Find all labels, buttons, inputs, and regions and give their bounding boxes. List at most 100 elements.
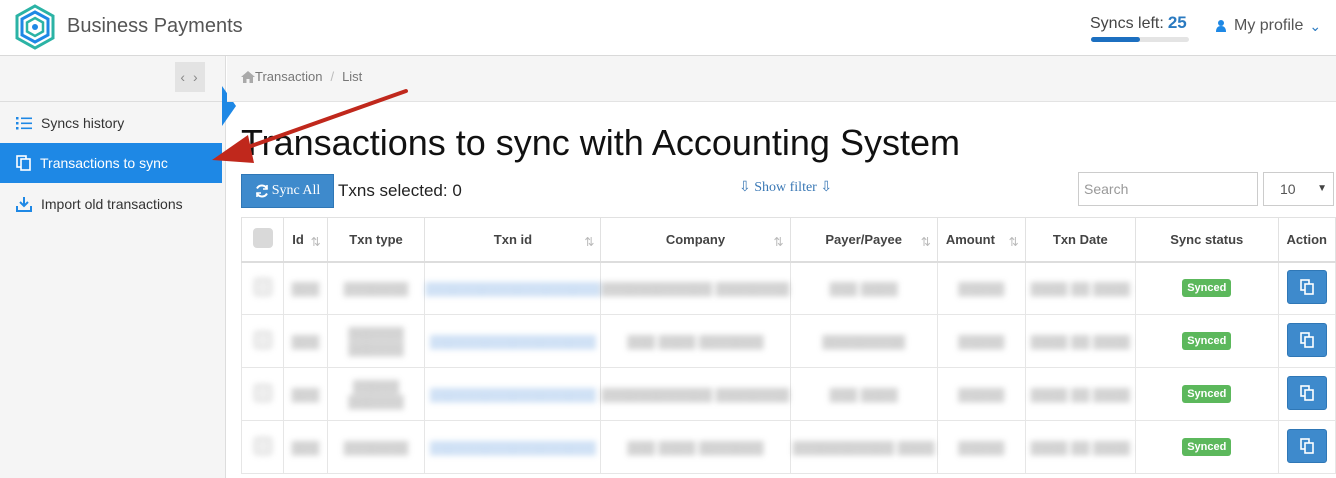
company-cell: ▒▒▒▒▒▒▒▒▒▒▒▒ ▒▒▒▒▒▒▒▒ [600,367,791,421]
table-row: ▒▒▒ ▒▒▒▒▒▒▒ ▒▒▒▒▒▒▒▒▒▒▒▒▒▒▒▒▒▒▒ ▒▒▒▒▒▒▒▒… [240,261,1336,315]
arrow-down-icon: ⇩ [820,180,833,195]
txn-id-cell[interactable]: ▒▒▒▒▒▒▒▒▒▒▒▒▒▒▒▒▒▒ [424,367,602,421]
sort-icon: ⇅ [584,235,595,249]
txn-date-cell: ▒▒▒▒ ▒▒ ▒▒▒▒ [1024,367,1136,421]
copy-action-button[interactable] [1286,375,1327,410]
column-header-payer-payee[interactable]: Payer/Payee ⇅ [789,217,938,263]
row-select-cell [240,420,285,474]
sync-status-cell: Synced [1134,314,1279,368]
sidebar-item-import-old-transactions[interactable]: Import old transactions [0,184,226,224]
show-filter-label: Show filter [754,180,817,195]
txn-type-cell: ▒▒▒▒▒▒▒ [326,420,426,474]
copy-icon [16,155,31,171]
row-checkbox[interactable] [253,436,272,455]
sort-icon: ⇅ [310,235,321,249]
company-cell: ▒▒▒▒▒▒▒▒▒▒▒▒ ▒▒▒▒▒▒▒▒ [600,261,791,315]
copy-action-button[interactable] [1286,428,1327,463]
amount-cell: ▒▒▒▒▒ [936,261,1026,315]
syncs-left-label: Syncs left: [1090,15,1164,32]
download-icon [16,196,32,212]
payer-payee-cell: ▒▒▒▒▒▒▒▒▒▒▒ ▒▒▒▒ [789,420,938,474]
company-cell: ▒▒▒ ▒▒▒▒ ▒▒▒▒▒▒▒ [600,314,791,368]
synced-badge: Synced [1182,332,1232,350]
sort-icon: ⇅ [920,235,931,249]
app-logo-icon [15,4,55,50]
sync-status-cell: Synced [1134,261,1279,315]
row-checkbox[interactable] [253,383,272,402]
txn-date-cell: ▒▒▒▒ ▒▒ ▒▒▒▒ [1024,314,1136,368]
id-cell: ▒▒▒ [283,261,328,315]
transactions-table: Id ⇅ Txn type Txn id ⇅ Company ⇅ Payer/Paye… [240,217,1336,474]
my-profile-label: My profile [1234,17,1304,34]
syncs-progress-bar [1091,37,1189,42]
top-bar: Business Payments Syncs left: 25 My profi… [0,0,1336,56]
table-row: ▒▒▒ ▒▒▒▒▒ ▒▒▒▒▒▒ ▒▒▒▒▒▒▒▒▒▒▒▒▒▒▒▒▒▒ ▒▒▒▒… [240,367,1336,421]
copy-action-button[interactable] [1286,322,1327,357]
id-cell: ▒▒▒ [283,314,328,368]
show-filter-link[interactable]: ⇩ Show filter ⇩ [739,179,832,196]
row-checkbox[interactable] [253,330,272,349]
row-checkbox[interactable] [253,277,272,296]
breadcrumb-separator: / [330,69,335,84]
page-size-select[interactable]: 10 ▼ [1263,172,1334,206]
column-header-id[interactable]: Id ⇅ [283,217,328,263]
my-profile-menu[interactable]: My profile ⌄ [1216,17,1321,35]
column-header-txn-id[interactable]: Txn id ⇅ [424,217,602,263]
breadcrumb-item-transaction[interactable]: Transaction [255,69,322,84]
page-title: Transactions to sync with Accounting Sys… [241,122,960,163]
column-header-sync-status: Sync status [1134,217,1279,263]
txn-type-cell: ▒▒▒▒▒▒▒ [326,261,426,315]
arrow-down-icon: ⇩ [739,180,751,195]
amount-cell: ▒▒▒▒▒ [936,314,1026,368]
syncs-left: Syncs left: 25 [1090,13,1187,33]
refresh-icon [255,184,268,198]
sync-all-button[interactable]: Sync All [241,174,334,208]
column-header-amount[interactable]: Amount ⇅ [936,217,1026,263]
app-title: Business Payments [67,15,243,37]
caret-down-icon: ▼ [1317,183,1327,194]
txn-date-cell: ▒▒▒▒ ▒▒ ▒▒▒▒ [1024,261,1136,315]
company-cell: ▒▒▒ ▒▒▒▒ ▒▒▒▒▒▒▒ [600,420,791,474]
table-row: ▒▒▒ ▒▒▒▒▒▒▒ ▒▒▒▒▒▒▒▒▒▒▒▒▒▒▒▒▒▒ ▒▒▒ ▒▒▒▒ … [240,420,1336,474]
row-select-cell [240,314,285,368]
synced-badge: Synced [1182,385,1232,403]
page-size-value: 10 [1280,181,1296,197]
column-header-company[interactable]: Company ⇅ [600,217,791,263]
sidebar-collapse-toggle[interactable]: ‹ › [175,62,205,92]
sidebar-item-label: Import old transactions [41,196,183,212]
amount-cell: ▒▒▒▒▒ [936,367,1026,421]
copy-icon [1299,384,1314,401]
sync-all-label: Sync All [271,183,321,198]
sync-status-cell: Synced [1134,420,1279,474]
action-cell [1277,314,1336,368]
syncs-progress-fill [1091,37,1140,42]
txn-type-cell: ▒▒▒▒▒ ▒▒▒▒▒▒ [326,367,426,421]
payer-payee-cell: ▒▒▒ ▒▒▒▒ [789,367,938,421]
search-input[interactable] [1078,172,1258,206]
sidebar-toggle-strip: ‹ › [0,56,225,102]
sidebar: ‹ › Syncs history Transactions to sync I… [0,56,226,478]
sync-status-cell: Synced [1134,367,1279,421]
txns-selected-count: Txns selected: 0 [338,181,462,200]
table-row: ▒▒▒ ▒▒▒▒▒▒ ▒▒▒▒▒▒ ▒▒▒▒▒▒▒▒▒▒▒▒▒▒▒▒▒▒ ▒▒▒… [240,314,1336,368]
breadcrumb: Transaction / List [241,69,362,84]
select-all-checkbox[interactable] [252,227,273,248]
synced-badge: Synced [1182,438,1232,456]
txn-date-cell: ▒▒▒▒ ▒▒ ▒▒▒▒ [1024,420,1136,474]
copy-icon [1299,331,1314,348]
sort-icon: ⇅ [773,235,784,249]
sidebar-item-label: Transactions to sync [40,155,168,171]
txn-id-cell[interactable]: ▒▒▒▒▒▒▒▒▒▒▒▒▒▒▒▒▒▒ [424,420,602,474]
txn-id-cell[interactable]: ▒▒▒▒▒▒▒▒▒▒▒▒▒▒▒▒▒▒▒ [424,261,602,315]
breadcrumb-item-list: List [342,69,363,84]
id-cell: ▒▒▒ [283,420,328,474]
sidebar-item-syncs-history[interactable]: Syncs history [0,103,226,143]
copy-action-button[interactable] [1286,269,1327,304]
select-all-header [240,217,285,263]
column-header-txn-date: Txn Date [1024,217,1136,263]
row-select-cell [240,367,285,421]
sidebar-item-transactions-to-sync[interactable]: Transactions to sync [0,143,222,183]
txn-id-cell[interactable]: ▒▒▒▒▒▒▒▒▒▒▒▒▒▒▒▒▒▒ [424,314,602,368]
sort-icon: ⇅ [1008,235,1019,249]
payer-payee-cell: ▒▒▒ ▒▒▒▒ [789,261,938,315]
